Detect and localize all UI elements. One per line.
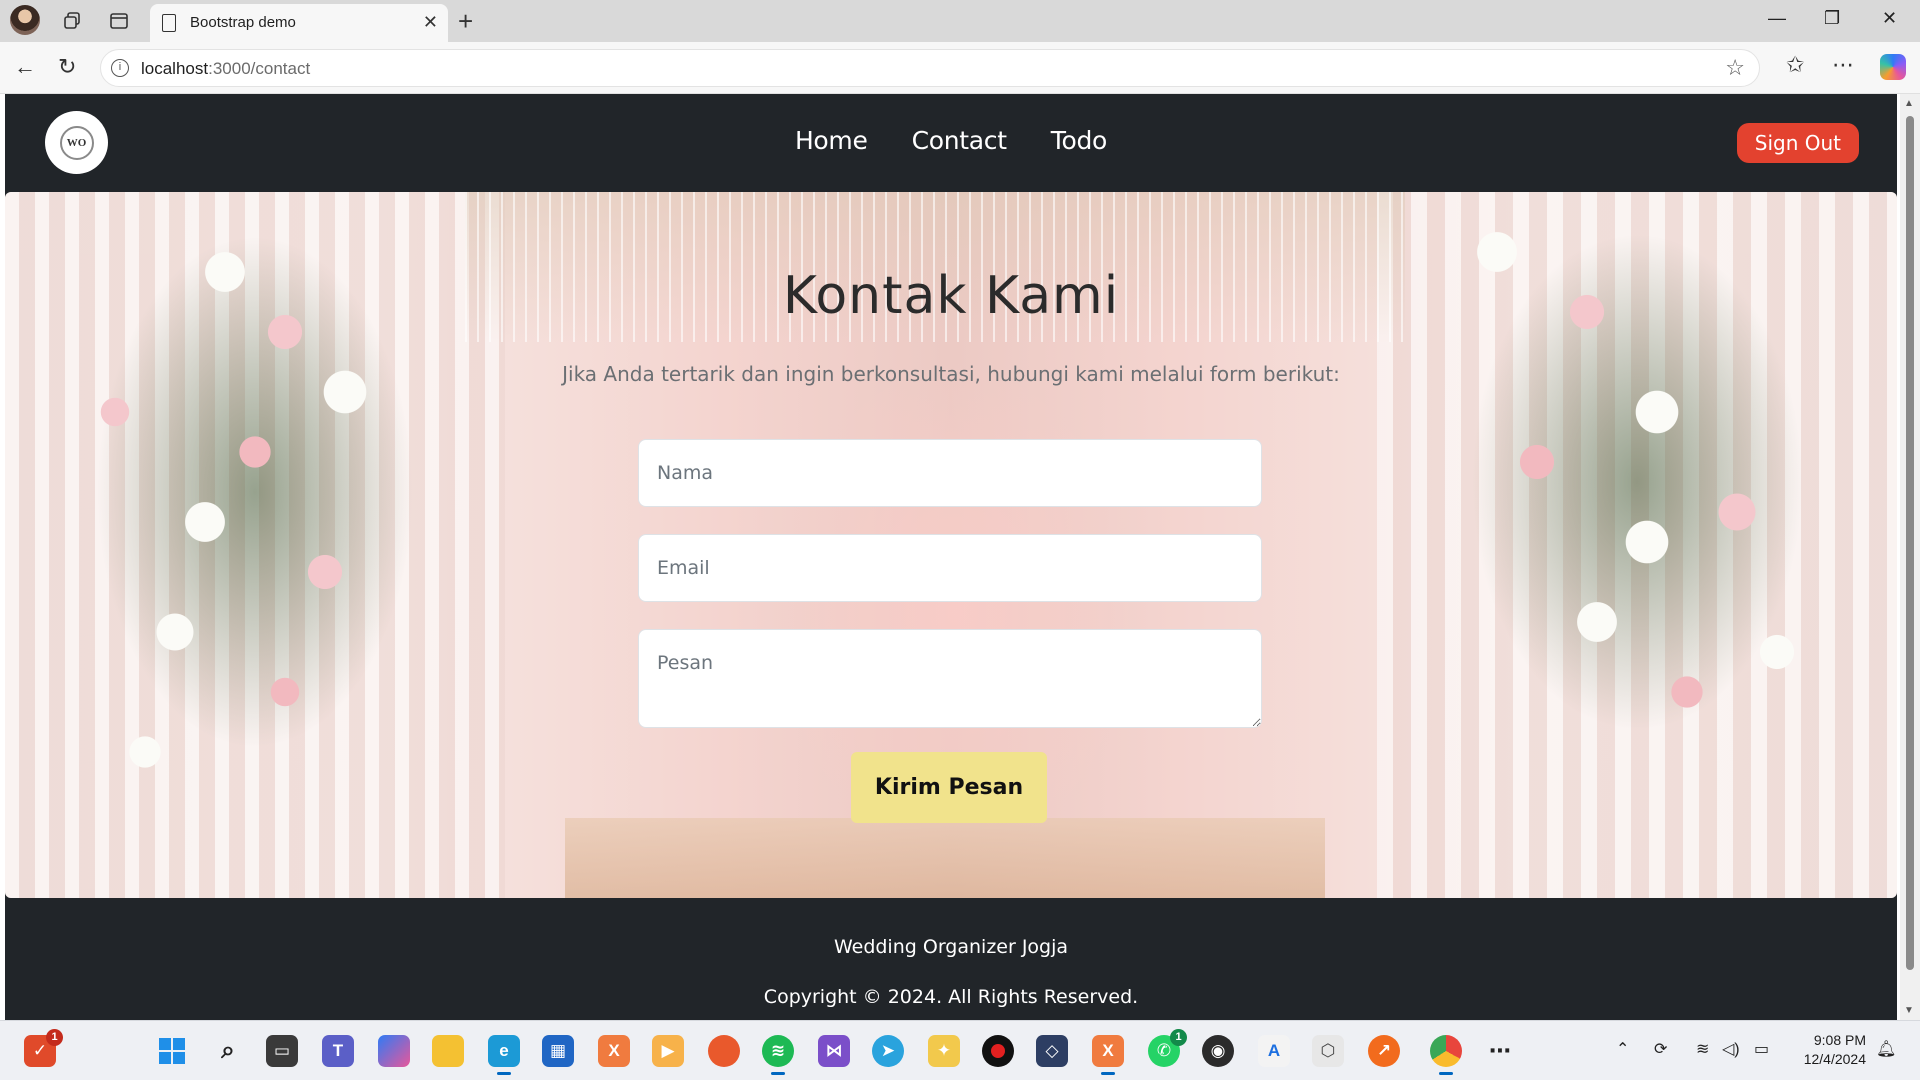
media-player-icon[interactable]: ▶ xyxy=(652,1035,684,1067)
address-toolbar: ← ↻ i localhost:3000/contact ☆ ✩ ⋯ xyxy=(0,42,1920,94)
xampp-running-icon[interactable]: X xyxy=(1092,1035,1124,1075)
battery-icon[interactable]: ▭ xyxy=(1754,1039,1769,1059)
nav-links: Home Contact Todo xyxy=(5,126,1897,155)
new-tab-button[interactable]: + xyxy=(458,6,473,37)
obs-icon[interactable]: ◉ xyxy=(1202,1035,1234,1067)
sync-icon[interactable]: ⟳ xyxy=(1654,1039,1667,1059)
web-page: WO Home Contact Todo Sign Out Kontak Kam… xyxy=(5,94,1897,1020)
notification-badge: 1 xyxy=(1170,1029,1187,1046)
workspaces-icon[interactable] xyxy=(60,9,84,33)
volume-icon[interactable]: ◁) xyxy=(1722,1039,1740,1059)
profile-avatar[interactable] xyxy=(10,5,40,35)
clock-date: 12/4/2024 xyxy=(1803,1051,1866,1067)
start-windows-icon[interactable] xyxy=(156,1035,188,1067)
edge-browser-icon[interactable]: e xyxy=(488,1035,520,1075)
scrollbar-thumb[interactable] xyxy=(1906,116,1914,970)
sign-out-button[interactable]: Sign Out xyxy=(1736,123,1859,163)
scroll-down-icon[interactable]: ▼ xyxy=(1904,1005,1914,1016)
task-view-icon[interactable]: ▭ xyxy=(266,1035,298,1067)
close-tab-icon[interactable]: ✕ xyxy=(423,12,438,33)
postman-icon[interactable]: ↗ xyxy=(1368,1035,1400,1067)
page-subtitle: Jika Anda tertarik dan ingin berkonsulta… xyxy=(562,362,1340,386)
send-message-button[interactable]: Kirim Pesan xyxy=(851,752,1047,823)
notification-badge: 1 xyxy=(46,1029,63,1046)
chrome-icon[interactable] xyxy=(1430,1035,1462,1075)
telegram-icon[interactable]: ➤ xyxy=(872,1035,904,1067)
teams-icon[interactable]: T xyxy=(322,1035,354,1067)
clock-time: 9:08 PM xyxy=(1813,1032,1866,1048)
nav-link-contact[interactable]: Contact xyxy=(912,126,1007,155)
more-menu-icon[interactable]: ⋯ xyxy=(1832,52,1854,78)
xampp-icon[interactable]: X xyxy=(598,1035,630,1067)
tab-bootstrap-demo[interactable]: Bootstrap demo ✕ xyxy=(150,4,448,42)
browser-viewport: WO Home Contact Todo Sign Out Kontak Kam… xyxy=(0,94,1920,1020)
windows-taskbar: ✓ 1 ⌕ ▭ T e ▦ X ▶ ≋ ⋈ ➤ ✦ ◇ X ✆ 1 ◉ A ⬡ ↗ … xyxy=(0,1020,1920,1080)
page-scrollbar[interactable]: ▲ ▼ xyxy=(1900,94,1920,1020)
refresh-icon[interactable]: ↻ xyxy=(58,54,76,80)
back-arrow-icon[interactable]: ← xyxy=(14,54,36,80)
contact-hero: Kontak Kami Jika Anda tertarik dan ingin… xyxy=(5,192,1897,898)
url-text[interactable]: localhost:3000/contact xyxy=(141,59,310,79)
spotify-icon[interactable]: ≋ xyxy=(762,1035,794,1075)
site-navbar: WO Home Contact Todo Sign Out xyxy=(5,94,1897,192)
system-clock[interactable]: 9:08 PM 12/4/2024 xyxy=(1804,1031,1866,1069)
firefox-icon[interactable] xyxy=(708,1035,740,1067)
page-icon xyxy=(162,14,176,32)
copilot-icon[interactable] xyxy=(1880,54,1906,80)
record-icon[interactable] xyxy=(982,1035,1014,1067)
visual-studio-icon[interactable]: ⋈ xyxy=(818,1035,850,1067)
footer-copyright: Copyright © 2024. All Rights Reserved. xyxy=(763,986,1139,1008)
pinned-app-icon[interactable]: ✓ 1 xyxy=(24,1029,63,1067)
file-explorer-icon[interactable] xyxy=(432,1035,464,1067)
nav-link-home[interactable]: Home xyxy=(795,126,868,155)
site-info-icon[interactable]: i xyxy=(111,59,129,77)
name-field[interactable] xyxy=(638,439,1262,507)
close-window-button[interactable]: ✕ xyxy=(1882,8,1897,29)
puzzle-app-icon[interactable]: ✦ xyxy=(928,1035,960,1067)
whatsapp-icon[interactable]: ✆ 1 xyxy=(1148,1029,1187,1067)
url-host: localhost xyxy=(141,59,209,78)
search-icon[interactable]: ⌕ xyxy=(212,1035,244,1067)
contact-form-container: Kontak Kami Jika Anda tertarik dan ingin… xyxy=(5,192,1897,898)
page-title: Kontak Kami xyxy=(782,266,1120,326)
hexagon-app-icon[interactable]: ⬡ xyxy=(1312,1035,1344,1067)
microsoft-store-icon[interactable]: ▦ xyxy=(542,1035,574,1067)
restore-button[interactable]: ❐ xyxy=(1824,8,1840,29)
url-path: :3000/contact xyxy=(208,59,311,78)
minimize-button[interactable]: — xyxy=(1768,8,1786,29)
footer-brand: Wedding Organizer Jogja xyxy=(833,936,1069,958)
scroll-up-icon[interactable]: ▲ xyxy=(1904,98,1914,109)
email-field[interactable] xyxy=(638,534,1262,602)
notification-bell-icon[interactable]: 🔔︎ xyxy=(1876,1039,1896,1059)
site-footer: Wedding Organizer Jogja Copyright © 2024… xyxy=(5,898,1897,1020)
more-apps-icon[interactable]: ⋯ xyxy=(1484,1035,1516,1067)
nav-link-todo[interactable]: Todo xyxy=(1051,126,1108,155)
wifi-icon[interactable]: ≋ xyxy=(1696,1039,1709,1059)
favorites-icon[interactable]: ✩ xyxy=(1786,52,1804,78)
virtualbox-icon[interactable]: ◇ xyxy=(1036,1035,1068,1067)
browser-tab-strip: Bootstrap demo ✕ + — ❐ ✕ xyxy=(0,0,1920,42)
tab-actions-icon[interactable] xyxy=(107,9,131,33)
copilot-app-icon[interactable] xyxy=(378,1035,410,1067)
translator-icon[interactable]: A xyxy=(1258,1035,1290,1067)
message-field[interactable] xyxy=(638,629,1262,728)
address-bar[interactable]: i localhost:3000/contact ☆ xyxy=(100,49,1760,87)
tab-title: Bootstrap demo xyxy=(190,14,296,31)
tray-overflow-chevron-icon[interactable]: ⌃ xyxy=(1616,1039,1629,1059)
favorite-star-icon[interactable]: ☆ xyxy=(1725,55,1745,81)
